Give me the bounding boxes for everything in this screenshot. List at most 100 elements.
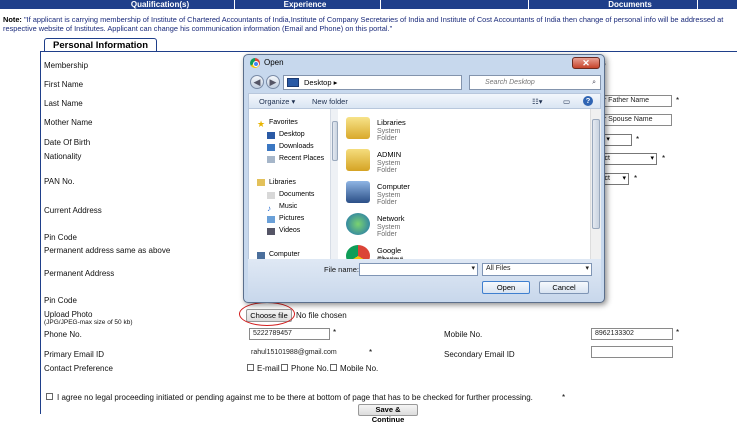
star-icon: ★: [257, 119, 266, 129]
nationality-label: Nationality: [44, 152, 82, 161]
item-type: System Folder: [377, 128, 401, 142]
dialog-toolbar: Organize ▾ New folder ☷▾ ▭ ?: [248, 93, 601, 109]
new-folder-button[interactable]: New folder: [312, 97, 348, 106]
chevron-down-icon[interactable]: ▾: [585, 264, 589, 274]
note-text: "If applicant is carrying membership of …: [3, 15, 724, 33]
note-prefix: Note:: [3, 15, 22, 24]
last-name-label: Last Name: [44, 99, 83, 108]
cancel-button[interactable]: Cancel: [539, 281, 589, 294]
agree-text: I agree no legal proceeding initiated or…: [57, 393, 533, 402]
item-name: Libraries: [377, 118, 406, 127]
pin-code-label-2: Pin Code: [44, 296, 77, 305]
mobile-input[interactable]: 8962133302: [591, 328, 673, 340]
navigation-pane: ★ Favorites Desktop Downloads Recent Pla…: [248, 109, 338, 259]
path-desktop[interactable]: Desktop: [304, 78, 332, 87]
back-button[interactable]: ◀: [250, 75, 264, 89]
nav-documents[interactable]: Documents: [279, 191, 314, 198]
section-title: Personal Information: [44, 38, 158, 52]
nav-computer[interactable]: Computer: [269, 251, 300, 258]
secondary-email-label: Secondary Email ID: [444, 350, 515, 359]
chevron-right-icon[interactable]: ▸: [334, 78, 338, 87]
email-pref-checkbox[interactable]: [247, 364, 254, 371]
file-name-input[interactable]: ▾: [359, 263, 478, 276]
dialog-title: Open: [264, 58, 284, 67]
upload-hint: (JPG/JPEG-max size of 50 kb): [44, 319, 133, 326]
mother-name-label: Mother Name: [44, 118, 93, 127]
help-icon[interactable]: ?: [583, 96, 593, 106]
tab-divider: [528, 0, 529, 9]
phone-input[interactable]: 5222789457: [249, 328, 330, 340]
required-mark: *: [676, 96, 680, 105]
upload-photo-label: Upload Photo: [44, 310, 93, 319]
tab-divider: [380, 0, 381, 9]
primary-email-input[interactable]: rahul15101988@gmail.com: [247, 347, 367, 359]
nav-videos[interactable]: Videos: [279, 227, 300, 234]
address-bar[interactable]: Desktop ▸ ⟳: [283, 75, 496, 90]
file-type-select[interactable]: All Files ▾: [482, 263, 592, 276]
top-nav-bar: Qualification(s) Experience Documents: [0, 0, 737, 9]
nav-music[interactable]: Music: [279, 203, 297, 210]
first-name-label: First Name: [44, 80, 84, 89]
nav-pictures[interactable]: Pictures: [279, 215, 304, 222]
music-icon: ♪: [267, 204, 271, 213]
desktop-folder-icon: [287, 78, 299, 87]
videos-icon: [267, 228, 275, 235]
search-input[interactable]: Search Desktop ⌕: [469, 75, 601, 90]
pictures-icon: [267, 216, 275, 223]
item-name: Computer: [377, 182, 410, 191]
required-mark: *: [634, 174, 638, 183]
mobile-pref-checkbox[interactable]: [330, 364, 337, 371]
required-mark: *: [662, 154, 666, 163]
contact-pref-label: Contact Preference: [44, 364, 113, 373]
open-button[interactable]: Open: [482, 281, 530, 294]
open-file-dialog: Open ✕ ◀ ▶ Desktop ▸ ⟳ Search Desktop ⌕ …: [243, 54, 605, 303]
item-type: System Folder: [377, 192, 401, 206]
phone-pref-label: Phone No.: [291, 364, 329, 373]
chevron-down-icon[interactable]: ▾: [471, 264, 475, 274]
nav-scrollbar[interactable]: [330, 109, 338, 259]
dialog-bottom-panel: File name: ▾ All Files ▾ Open Cancel: [248, 259, 601, 300]
organize-menu[interactable]: Organize ▾: [259, 97, 295, 106]
required-mark: *: [562, 393, 566, 402]
tab-experience[interactable]: Experience: [275, 0, 335, 9]
nav-libraries[interactable]: Libraries: [269, 179, 296, 186]
nationality-select[interactable]: lect▾: [596, 153, 657, 165]
nav-downloads[interactable]: Downloads: [279, 143, 314, 150]
agree-checkbox[interactable]: [46, 393, 53, 400]
view-options-icon[interactable]: ☷▾: [532, 97, 543, 106]
preview-pane-icon[interactable]: ▭: [563, 97, 570, 106]
libraries-folder-icon: [346, 117, 370, 139]
mobile-pref-label: Mobile No.: [340, 364, 379, 373]
tab-divider: [234, 0, 235, 9]
item-type: System Folder: [377, 224, 401, 238]
list-scrollbar[interactable]: [590, 109, 601, 259]
secondary-email-input[interactable]: [591, 346, 673, 358]
file-name-label: File name:: [324, 265, 360, 274]
mobile-label: Mobile No.: [444, 330, 483, 339]
nav-recent-places[interactable]: Recent Places: [279, 155, 324, 162]
list-scroll-thumb[interactable]: [592, 119, 600, 229]
pin-code-label: Pin Code: [44, 233, 77, 242]
dob-label: Date Of Birth: [44, 138, 91, 147]
father-name-input[interactable]: er Father Name: [596, 95, 672, 107]
computer-icon: [257, 252, 265, 259]
phone-pref-checkbox[interactable]: [281, 364, 288, 371]
forward-button[interactable]: ▶: [266, 75, 280, 89]
tab-documents[interactable]: Documents: [600, 0, 660, 9]
close-button[interactable]: ✕: [572, 57, 600, 69]
spouse-name-input[interactable]: er Spouse Name: [596, 114, 672, 126]
documents-icon: [267, 192, 275, 199]
search-icon[interactable]: ⌕: [592, 76, 596, 89]
email-pref-label: E-mail: [257, 364, 280, 373]
required-mark: *: [676, 328, 680, 337]
desktop-icon: [267, 132, 275, 139]
item-name: ADMIN: [377, 150, 402, 159]
user-folder-icon: [346, 149, 370, 171]
nav-favorites[interactable]: Favorites: [269, 119, 298, 126]
file-list: Libraries System Folder ADMIN System Fol…: [338, 109, 590, 267]
save-continue-button[interactable]: Save & Continue: [358, 404, 418, 424]
nav-desktop[interactable]: Desktop: [279, 131, 305, 138]
perm-address-label: Permanent Address: [44, 269, 115, 278]
tab-qualifications[interactable]: Qualification(s): [120, 0, 200, 9]
membership-label: Membership: [44, 61, 89, 70]
